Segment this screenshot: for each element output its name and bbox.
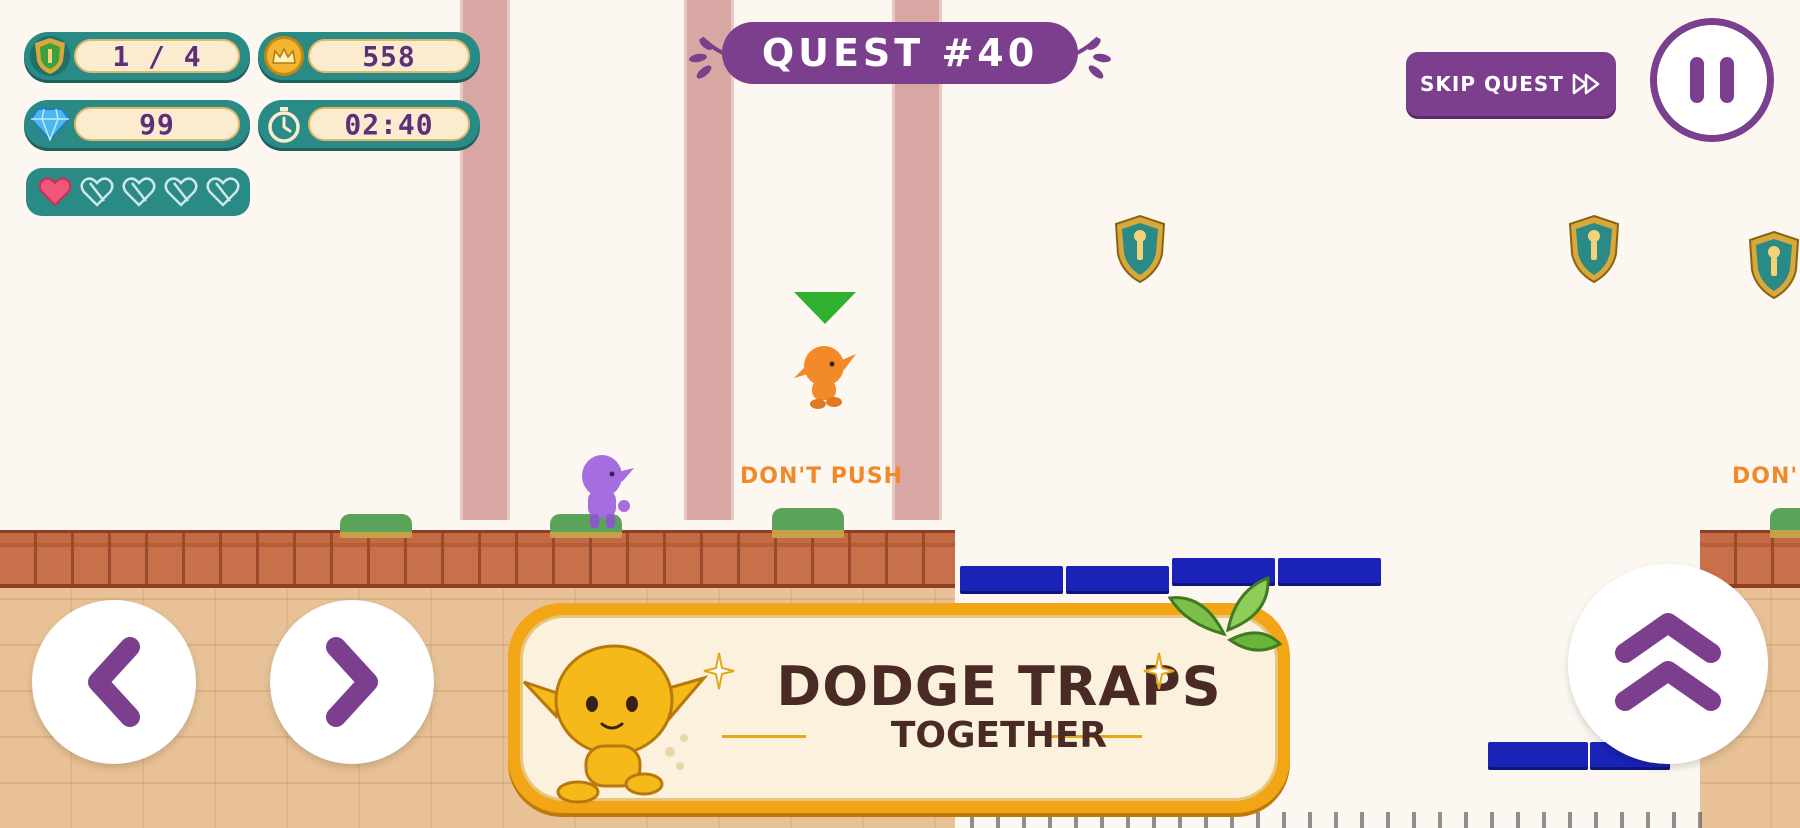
pressure-plate	[340, 514, 412, 538]
leaf-decoration-icon	[1167, 575, 1283, 652]
coin-counter-value: 558	[308, 39, 470, 73]
heart-empty-icon	[122, 177, 156, 207]
blue-block	[1488, 742, 1588, 770]
double-chevron-up-icon	[1615, 613, 1721, 711]
blue-block	[960, 566, 1063, 594]
shield-pickup-icon	[1114, 214, 1166, 284]
shield-pickup-icon	[1748, 230, 1800, 300]
skip-quest-label: SKIP QUEST	[1420, 72, 1564, 96]
blue-block	[1278, 558, 1381, 586]
orange-player-character	[794, 346, 856, 409]
shield-counter: 1 / 4	[24, 32, 250, 80]
coin-counter: 558	[258, 32, 480, 80]
game-stage: DON'T PUSH DON' 1 / 4 558 99 02:40 QUEST…	[0, 0, 1800, 828]
sparkle-icon	[1143, 652, 1175, 690]
crown-coin-icon	[264, 36, 304, 76]
skip-quest-button[interactable]: SKIP QUEST	[1406, 52, 1616, 116]
warning-label: DON'	[1732, 464, 1799, 489]
pressure-plate	[772, 508, 844, 538]
jump-button[interactable]	[1568, 564, 1768, 764]
chevron-left-icon	[88, 637, 140, 727]
heart-full-icon	[38, 177, 72, 207]
quest-title: QUEST #40	[722, 22, 1078, 84]
stopwatch-icon	[264, 104, 304, 144]
chevron-right-icon	[326, 637, 378, 727]
lives-bar	[26, 168, 250, 216]
tiled-roof-platform	[0, 530, 955, 588]
heart-empty-icon	[164, 177, 198, 207]
diamond-icon	[30, 104, 70, 144]
pillar	[460, 0, 510, 520]
shield-icon	[30, 36, 70, 76]
warning-label: DON'T PUSH	[740, 464, 904, 489]
mascot-character	[522, 644, 709, 804]
move-right-button[interactable]	[270, 600, 434, 764]
heart-empty-icon	[80, 177, 114, 207]
shield-counter-value: 1 / 4	[74, 39, 240, 73]
timer-counter: 02:40	[258, 100, 480, 148]
heart-empty-icon	[206, 177, 240, 207]
pressure-plate	[1770, 508, 1800, 538]
move-left-button[interactable]	[32, 600, 196, 764]
gem-counter: 99	[24, 100, 250, 148]
player-indicator-arrow-icon	[794, 292, 856, 324]
blue-block	[1066, 566, 1169, 594]
timer-value: 02:40	[308, 107, 470, 141]
fast-forward-icon	[1572, 73, 1600, 95]
pause-icon	[1690, 57, 1704, 103]
pause-icon	[1720, 57, 1734, 103]
shield-pickup-icon	[1568, 214, 1620, 284]
purple-ally-character	[582, 455, 634, 528]
spike-trap	[960, 812, 1720, 828]
pause-button[interactable]	[1650, 18, 1774, 142]
gem-counter-value: 99	[74, 107, 240, 141]
